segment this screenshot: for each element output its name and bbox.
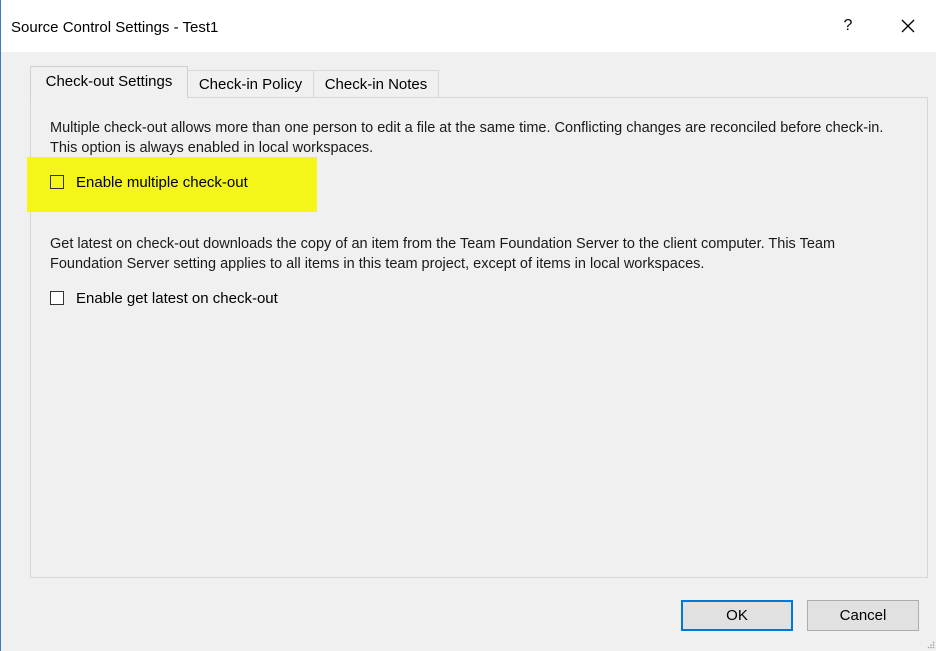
enable-get-latest-label: Enable get latest on check-out <box>76 289 278 307</box>
get-latest-description: Get latest on check-out downloads the co… <box>50 236 836 272</box>
tab-check-in-policy[interactable]: Check-in Policy <box>187 70 314 97</box>
window-title: Source Control Settings - Test1 <box>11 19 219 36</box>
tab-check-in-notes[interactable]: Check-in Notes <box>313 70 439 97</box>
tab-label: Check-in Notes <box>324 76 428 93</box>
close-icon[interactable] <box>895 14 921 38</box>
tab-label: Check-out Settings <box>45 73 173 90</box>
enable-multiple-checkout-label: Enable multiple check-out <box>76 173 248 191</box>
tab-check-out-settings[interactable]: Check-out Settings <box>30 66 188 98</box>
enable-multiple-checkout-checkbox[interactable] <box>50 175 64 189</box>
resize-grip-icon[interactable] <box>927 641 935 649</box>
enable-multiple-checkout-row[interactable]: Enable multiple check-out <box>50 172 248 192</box>
multiple-checkout-description: Multiple check-out allows more than one … <box>50 120 884 156</box>
help-button[interactable]: ? <box>837 14 859 38</box>
ok-button[interactable]: OK <box>681 600 793 631</box>
title-bar: Source Control Settings - Test1 ? <box>1 0 936 52</box>
cancel-button[interactable]: Cancel <box>807 600 919 631</box>
tab-label: Check-in Policy <box>198 76 303 93</box>
source-control-settings-dialog: Source Control Settings - Test1 ? Check-… <box>0 0 936 651</box>
enable-get-latest-row[interactable]: Enable get latest on check-out <box>50 288 278 308</box>
enable-get-latest-checkbox[interactable] <box>50 291 64 305</box>
